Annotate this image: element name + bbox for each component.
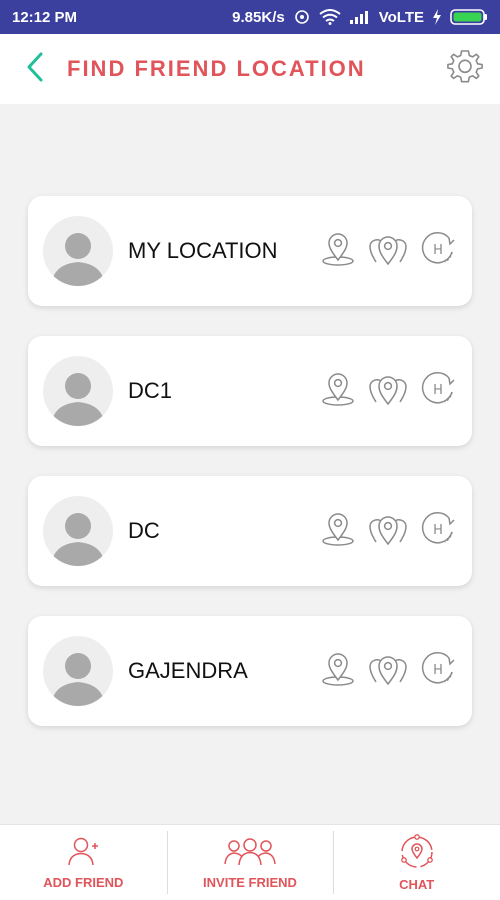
wifi-icon — [319, 9, 341, 25]
back-button[interactable] — [0, 34, 70, 104]
charging-icon — [432, 9, 442, 25]
battery-icon — [450, 9, 488, 25]
add-friend-label: ADD FRIEND — [43, 874, 124, 890]
page-title: FIND FRIEND LOCATION — [67, 56, 366, 81]
friend-card[interactable]: DC1 H — [28, 336, 472, 446]
avatar — [43, 496, 113, 566]
history-icon: H — [419, 650, 457, 693]
friend-card[interactable]: MY LOCATION H — [28, 196, 472, 306]
friend-name: DC1 — [128, 378, 173, 403]
location-pin-icon — [319, 510, 357, 553]
location-pin-button[interactable] — [318, 231, 358, 271]
app-bar: FIND FRIEND LOCATION — [0, 34, 500, 104]
friend-actions: H — [318, 511, 458, 551]
multi-location-icon — [367, 650, 409, 693]
chat-button[interactable]: CHAT — [333, 825, 500, 900]
location-pin-button[interactable] — [318, 371, 358, 411]
history-button[interactable]: H — [418, 651, 458, 691]
network-type: VoLTE — [378, 8, 424, 26]
chat-label: CHAT — [399, 876, 435, 892]
history-icon: H — [419, 230, 457, 273]
friend-name: DC — [128, 518, 160, 543]
svg-text:H: H — [433, 243, 443, 258]
avatar — [43, 356, 113, 426]
status-indicators: 9.85K/s VoLTE — [232, 8, 488, 26]
invite-friend-label: INVITE FRIEND — [203, 874, 297, 890]
settings-button[interactable] — [430, 34, 500, 104]
gear-icon — [446, 48, 484, 91]
multi-location-icon — [367, 230, 409, 273]
location-pin-icon — [319, 230, 357, 273]
status-time: 12:12 PM — [12, 8, 78, 26]
location-pin-button[interactable] — [318, 651, 358, 691]
friend-card[interactable]: GAJENDRA H — [28, 616, 472, 726]
history-icon: H — [419, 510, 457, 553]
friend-list: MY LOCATION H DC1 H DC H GAJENDRA H — [0, 104, 500, 824]
status-bar: 12:12 PM 9.85K/s VoLTE — [0, 0, 500, 34]
svg-text:H: H — [433, 383, 443, 398]
add-friend-button[interactable]: ADD FRIEND — [0, 825, 167, 900]
multi-location-button[interactable] — [368, 371, 408, 411]
location-chat-icon — [399, 833, 435, 873]
friend-actions: H — [318, 651, 458, 691]
svg-text:H: H — [433, 523, 443, 538]
group-icon — [224, 836, 276, 871]
chevron-left-icon — [25, 51, 45, 88]
multi-location-button[interactable] — [368, 231, 408, 271]
location-pin-button[interactable] — [318, 511, 358, 551]
add-user-icon — [66, 836, 100, 871]
friend-card[interactable]: DC H — [28, 476, 472, 586]
multi-location-icon — [367, 510, 409, 553]
svg-text:H: H — [433, 663, 443, 678]
bottom-nav: ADD FRIEND INVITE FRIEND CHAT — [0, 824, 500, 900]
location-pin-icon — [319, 370, 357, 413]
sync-icon — [293, 8, 311, 26]
history-icon: H — [419, 370, 457, 413]
friend-actions: H — [318, 371, 458, 411]
network-speed: 9.85K/s — [232, 8, 285, 26]
avatar — [43, 636, 113, 706]
friend-name: MY LOCATION — [128, 238, 278, 263]
invite-friend-button[interactable]: INVITE FRIEND — [166, 825, 334, 900]
avatar — [43, 216, 113, 286]
signal-icon — [349, 10, 371, 24]
friend-name: GAJENDRA — [128, 658, 248, 683]
history-button[interactable]: H — [418, 231, 458, 271]
history-button[interactable]: H — [418, 511, 458, 551]
location-pin-icon — [319, 650, 357, 693]
multi-location-button[interactable] — [368, 511, 408, 551]
multi-location-button[interactable] — [368, 651, 408, 691]
friend-actions: H — [318, 231, 458, 271]
multi-location-icon — [367, 370, 409, 413]
history-button[interactable]: H — [418, 371, 458, 411]
